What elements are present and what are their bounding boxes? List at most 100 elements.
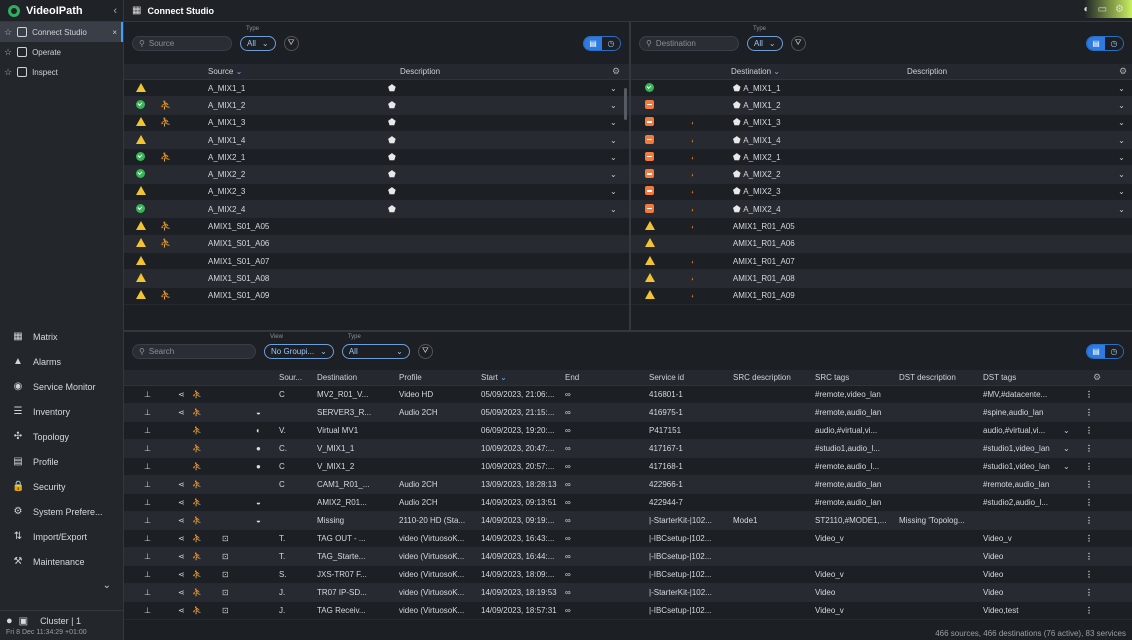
- history-view-icon[interactable]: ◷: [1105, 345, 1123, 358]
- pin-icon[interactable]: ⊥: [124, 498, 152, 507]
- destination-type-select[interactable]: All ⌄: [747, 35, 783, 51]
- table-row[interactable]: ⊥ ⋖ ⛹ C MV2_R01_V... Video HD 05/09/2023, 21:0…: [124, 386, 1132, 404]
- table-row[interactable]: ⛹ ⬟ A_MIX1_3 ⌄: [631, 115, 1132, 132]
- pin-icon[interactable]: ⊥: [124, 552, 152, 561]
- chevron-down-icon[interactable]: ⌄: [1118, 153, 1125, 162]
- pin-icon[interactable]: ⊥: [124, 606, 152, 615]
- kebab-menu-icon[interactable]: ⋮: [1085, 516, 1095, 525]
- chevron-down-icon[interactable]: ⌄: [610, 136, 617, 145]
- pin-icon[interactable]: ⊥: [124, 444, 152, 453]
- table-row[interactable]: ⊥ ⋖ ⛹ C CAM1_R01_... Audio 2CH 13/09/2023, 18:…: [124, 476, 1132, 494]
- sidebar-tab-inspect[interactable]: ☆ Inspect: [0, 62, 123, 82]
- kebab-menu-icon[interactable]: ⋮: [1085, 570, 1095, 579]
- column-settings-icon[interactable]: ⚙: [1093, 372, 1101, 383]
- sidebar-tab-connect-studio[interactable]: ☆ Connect Studio ×: [0, 22, 123, 42]
- table-row[interactable]: ⊥ ⛹ ◐ V. Virtual MV1 06/09/2023, 19:20:... ∞ P4…: [124, 422, 1132, 440]
- source-type-select[interactable]: All ⌄: [240, 35, 276, 51]
- chevron-down-icon[interactable]: ⌄: [1118, 170, 1125, 179]
- chevron-down-icon[interactable]: ⌄: [610, 118, 617, 127]
- pin-icon[interactable]: ⊥: [124, 390, 152, 399]
- table-row[interactable]: ⛹ AMIX1_R01_A07: [631, 253, 1132, 271]
- table-row[interactable]: ⛹ A_MIX1_2 ⬟ ⌄: [124, 97, 629, 115]
- settings-icon[interactable]: ⚙: [1115, 4, 1124, 15]
- star-icon[interactable]: ☆: [4, 47, 12, 58]
- chevron-down-icon[interactable]: ⌄: [1118, 101, 1125, 110]
- menu-item-system-prefere-[interactable]: ⚙ System Prefere...: [0, 499, 123, 524]
- list-view-icon[interactable]: ▤: [584, 37, 602, 50]
- col-src-tags[interactable]: SRC tags: [815, 373, 899, 382]
- table-row[interactable]: ⛹ AMIX1_S01_A05: [124, 218, 629, 236]
- destination-search-input[interactable]: ⚲ Destination: [639, 35, 739, 51]
- col-start[interactable]: Start ⌄: [481, 373, 565, 382]
- col-service-id[interactable]: Service id: [649, 373, 733, 382]
- col-dst-description[interactable]: DST description: [899, 373, 983, 382]
- table-row[interactable]: ⛹ AMIX1_R01_A08: [631, 270, 1132, 288]
- chevron-down-icon[interactable]: ⌄: [1063, 426, 1070, 435]
- kebab-menu-icon[interactable]: ⋮: [1085, 480, 1095, 489]
- col-destination[interactable]: Destination: [317, 373, 399, 382]
- chevron-down-icon[interactable]: ⌄: [1063, 462, 1070, 471]
- table-row[interactable]: ⊥ ⋖ ⛹ ⊡ J. TR07 IP-SD... video (VirtuosoK... 14…: [124, 584, 1132, 602]
- table-row[interactable]: ⬟ A_MIX1_2 ⌄: [631, 97, 1132, 115]
- menu-item-security[interactable]: 🔒 Security: [0, 474, 123, 499]
- kebab-menu-icon[interactable]: ⋮: [1085, 408, 1095, 417]
- pin-icon[interactable]: ⊥: [124, 408, 152, 417]
- table-row[interactable]: ⊥ ⛹ ● C V_MIX1_2 10/09/2023, 20:57:... ∞ 417168…: [124, 458, 1132, 476]
- table-row[interactable]: A_MIX2_3 ⬟ ⌄: [124, 184, 629, 202]
- source-search-input[interactable]: ⚲ Source: [132, 35, 232, 51]
- menu-item-matrix[interactable]: ▦ Matrix: [0, 324, 123, 349]
- filter-button[interactable]: ⛛: [417, 343, 433, 359]
- menu-item-inventory[interactable]: ☰ Inventory: [0, 399, 123, 424]
- scrollbar[interactable]: [624, 88, 627, 120]
- view-select[interactable]: No Groupi... ⌄: [264, 343, 334, 359]
- filter-button[interactable]: ⛛: [790, 35, 806, 51]
- table-row[interactable]: ⊥ ⋖ ⛹ ◒ AMIX2_R01... Audio 2CH 14/09/2023, 09:…: [124, 494, 1132, 512]
- table-row[interactable]: ⛹ ⬟ A_MIX2_1 ⌄: [631, 149, 1132, 167]
- table-row[interactable]: ⛹ AMIX1_R01_A05: [631, 218, 1132, 236]
- services-search-input[interactable]: ⚲ Search: [132, 343, 256, 359]
- history-view-icon[interactable]: ◷: [602, 37, 620, 50]
- pin-icon[interactable]: ⊥: [124, 516, 152, 525]
- table-row[interactable]: AMIX1_S01_A07: [124, 253, 629, 271]
- pin-icon[interactable]: ⊥: [124, 588, 152, 597]
- chevron-down-icon[interactable]: ⌄: [1118, 84, 1125, 93]
- chevron-down-icon[interactable]: ⌄: [610, 84, 617, 93]
- chevron-down-icon[interactable]: ⌄: [610, 101, 617, 110]
- table-row[interactable]: ⊥ ⋖ ⛹ ◒ SERVER3_R... Audio 2CH 05/09/2023, 21:…: [124, 404, 1132, 422]
- col-source[interactable]: Sour...: [279, 373, 317, 382]
- table-row[interactable]: ⛹ AMIX1_R01_A09: [631, 288, 1132, 305]
- menu-item-service-monitor[interactable]: ◉ Service Monitor: [0, 374, 123, 399]
- theme-toggle-icon[interactable]: ◐: [1084, 4, 1090, 15]
- chevron-down-icon[interactable]: ⌄: [1118, 187, 1125, 196]
- kebab-menu-icon[interactable]: ⋮: [1085, 462, 1095, 471]
- chevron-down-icon[interactable]: ⌄: [1118, 136, 1125, 145]
- notes-icon[interactable]: ▣: [19, 616, 28, 627]
- view-toggle[interactable]: ▤ ◷: [1086, 36, 1124, 51]
- table-row[interactable]: AMIX1_S01_A08: [124, 270, 629, 288]
- table-row[interactable]: ⊥ ⋖ ⛹ ⊡ T. TAG OUT - ... video (VirtuosoK... 14…: [124, 530, 1132, 548]
- collapse-sidebar-icon[interactable]: ‹: [113, 5, 123, 17]
- table-row[interactable]: ⬟ A_MIX1_1 ⌄: [631, 80, 1132, 98]
- table-row[interactable]: A_MIX2_2 ⬟ ⌄: [124, 166, 629, 184]
- user-icon[interactable]: ●: [6, 615, 13, 627]
- services-type-select[interactable]: All ⌄: [341, 343, 410, 359]
- table-row[interactable]: ⛹ AMIX1_S01_A06: [124, 235, 629, 253]
- table-row[interactable]: ⊥ ⋖ ⛹ ⊡ J. TAG Receiv... video (VirtuosoK... 14…: [124, 602, 1132, 620]
- kebab-menu-icon[interactable]: ⋮: [1085, 390, 1095, 399]
- table-row[interactable]: ⛹ AMIX1_S01_A09: [124, 288, 629, 305]
- chevron-down-icon[interactable]: ⌄: [610, 153, 617, 162]
- table-row[interactable]: ⛹ ⬟ A_MIX2_4 ⌄: [631, 201, 1132, 219]
- chevron-down-icon[interactable]: ⌄: [610, 205, 617, 214]
- table-row[interactable]: ⊥ ⋖ ⛹ ◒ Missing 2110-20 HD (Sta... 14/09/2023,…: [124, 512, 1132, 530]
- menu-item-alarms[interactable]: ▲ Alarms: [0, 349, 123, 374]
- pin-icon[interactable]: ⊥: [124, 426, 152, 435]
- list-view-icon[interactable]: ▤: [1087, 37, 1105, 50]
- table-row[interactable]: A_MIX1_1 ⬟ ⌄: [124, 80, 629, 98]
- pin-icon[interactable]: ⊥: [124, 462, 152, 471]
- col-profile[interactable]: Profile: [399, 373, 481, 382]
- kebab-menu-icon[interactable]: ⋮: [1085, 444, 1095, 453]
- history-view-icon[interactable]: ◷: [1105, 37, 1123, 50]
- kebab-menu-icon[interactable]: ⋮: [1085, 552, 1095, 561]
- table-row[interactable]: ⊥ ⋖ ⛹ ⊡ T. TAG_Starte... video (VirtuosoK... 14…: [124, 548, 1132, 566]
- chevron-down-icon[interactable]: ⌄: [1118, 205, 1125, 214]
